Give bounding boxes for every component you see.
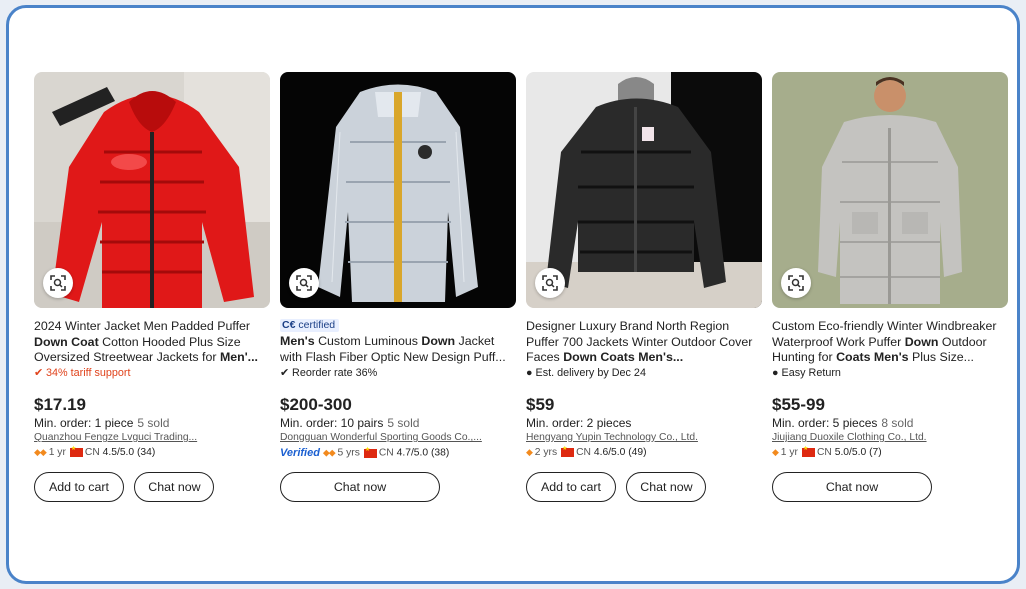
chat-now-button[interactable]: Chat now	[280, 472, 440, 502]
product-title[interactable]: Designer Luxury Brand North Region Puffe…	[526, 319, 762, 365]
product-title[interactable]: 2024 Winter Jacket Men Padded Puffer Dow…	[34, 319, 270, 365]
product-image-grey-parka[interactable]	[772, 72, 1008, 308]
supplier-meta: Verified ◆◆ 5 yrsCN 4.7/5.0 (38)	[280, 446, 516, 461]
supplier-link[interactable]: Dongguan Wonderful Sporting Goods Co.,..…	[280, 432, 516, 446]
check-icon: ✔	[34, 367, 44, 379]
sold-count: 5 sold	[387, 416, 420, 430]
product-title[interactable]: C€ certified Men's Custom Luminous Down …	[280, 317, 516, 365]
min-order: Min. order: 10 pairs 5 sold	[280, 416, 420, 430]
supplier-link[interactable]: Hengyang Yupin Technology Co., Ltd.	[526, 432, 762, 446]
chat-now-button[interactable]: Chat now	[134, 472, 215, 502]
sold-count: 8 sold	[881, 416, 914, 430]
reorder-rate-tag: ✔ Reorder rate 36%	[280, 367, 378, 379]
product-card-2[interactable]: C€ certified Men's Custom Luminous Down …	[280, 72, 516, 502]
min-order: Min. order: 1 piece 5 sold	[34, 416, 170, 430]
tariff-support-tag: ✔ 34% tariff support	[34, 367, 131, 379]
truck-icon: ●	[526, 367, 533, 379]
product-image-black-puffer[interactable]	[526, 72, 762, 308]
product-card-3[interactable]: Designer Luxury Brand North Region Puffe…	[526, 72, 762, 502]
min-order: Min. order: 5 pieces 8 sold	[772, 416, 914, 430]
supplier-meta: ◆ 2 yrsCN 4.6/5.0 (49)	[526, 445, 762, 461]
product-card-4[interactable]: Custom Eco-friendly Winter Windbreaker W…	[772, 72, 1008, 502]
delivery-tag: ● Est. delivery by Dec 24	[526, 367, 646, 379]
supplier-meta: ◆◆ 1 yrCN 4.5/5.0 (34)	[34, 445, 270, 461]
image-search-icon	[50, 275, 66, 291]
product-price: $200-300	[280, 395, 352, 414]
product-price: $17.19	[34, 395, 86, 414]
return-icon: ●	[772, 367, 779, 379]
image-search-icon	[542, 275, 558, 291]
image-search-button[interactable]	[535, 268, 565, 298]
check-icon: ✔	[280, 367, 290, 379]
image-search-icon	[296, 275, 312, 291]
image-search-icon	[788, 275, 804, 291]
chat-now-button[interactable]: Chat now	[772, 472, 932, 502]
cn-flag-icon	[561, 445, 575, 457]
add-to-cart-button[interactable]: Add to cart	[34, 472, 124, 502]
product-price: $59	[526, 395, 555, 414]
certified-badge: C€ certified	[280, 319, 340, 332]
min-order: Min. order: 2 pieces	[526, 416, 632, 430]
image-search-button[interactable]	[43, 268, 73, 298]
supplier-link[interactable]: Jiujiang Duoxile Clothing Co., Ltd.	[772, 432, 1008, 446]
product-image-red-puffer[interactable]	[34, 72, 270, 308]
verified-badge: Verified	[280, 447, 320, 459]
image-search-button[interactable]	[781, 268, 811, 298]
sold-count: 5 sold	[137, 416, 170, 430]
diamond-icon: ◆◆	[34, 447, 47, 457]
product-title[interactable]: Custom Eco-friendly Winter Windbreaker W…	[772, 319, 1008, 365]
cn-flag-icon	[69, 445, 83, 457]
chat-now-button[interactable]: Chat now	[626, 472, 707, 502]
supplier-meta: ◆ 1 yrCN 5.0/5.0 (7)	[772, 445, 1008, 461]
supplier-link[interactable]: Quanzhou Fengze Lvguci Trading...	[34, 432, 270, 446]
easy-return-tag: ● Easy Return	[772, 367, 841, 379]
product-card-1[interactable]: 2024 Winter Jacket Men Padded Puffer Dow…	[34, 72, 270, 502]
diamond-icon: ◆◆	[322, 447, 336, 458]
cn-flag-icon	[801, 445, 815, 457]
product-price: $55-99	[772, 395, 825, 414]
cn-flag-icon	[363, 446, 377, 458]
image-search-button[interactable]	[289, 268, 319, 298]
diamond-icon: ◆	[526, 447, 533, 457]
product-image-luminous-jacket[interactable]	[280, 72, 516, 308]
add-to-cart-button[interactable]: Add to cart	[526, 472, 616, 502]
diamond-icon: ◆	[772, 447, 779, 457]
